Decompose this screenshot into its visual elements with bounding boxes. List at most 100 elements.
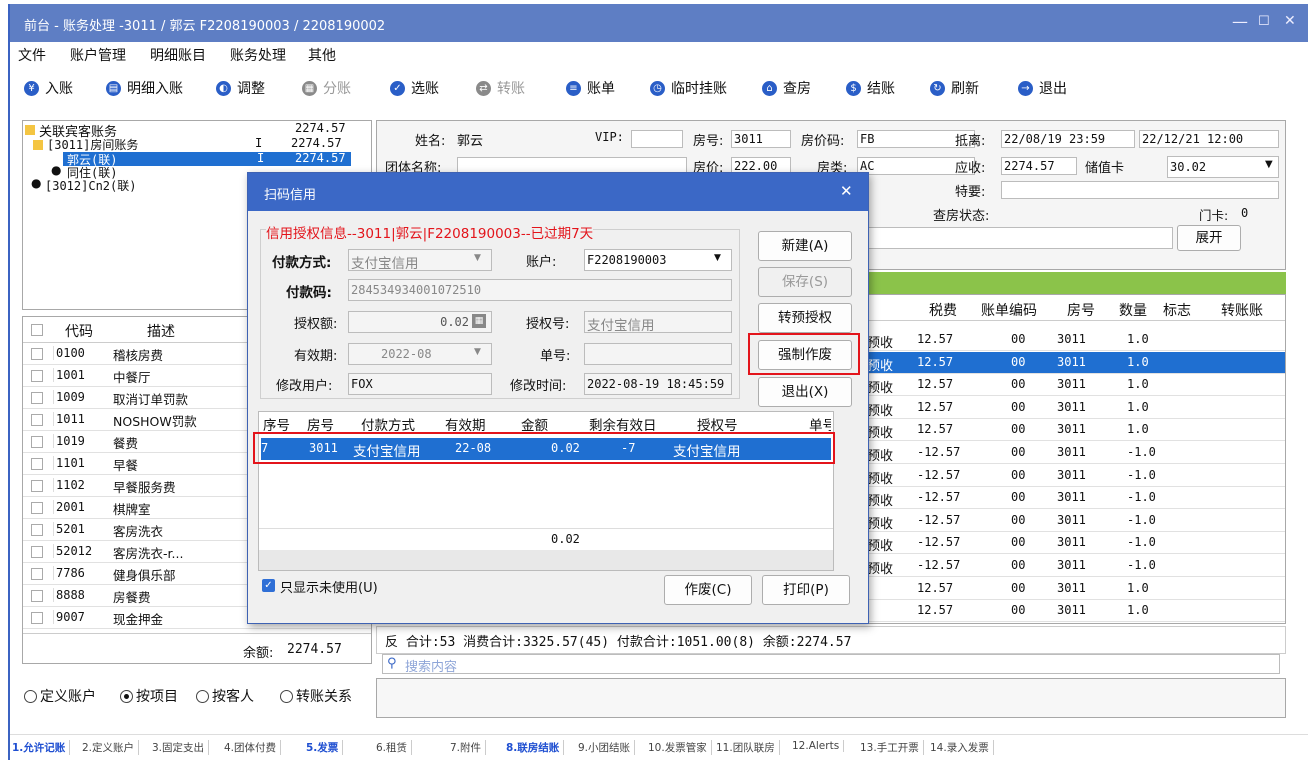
status-tab[interactable]: 3.固定支出 <box>152 740 210 755</box>
bill-row[interactable]: 预收 -12.57 00 3011 -1.0 <box>867 442 1285 464</box>
row-checkbox[interactable] <box>31 370 43 382</box>
toolbar-exit-button[interactable]: → 退出 <box>1018 78 1067 98</box>
radio-circle[interactable] <box>120 689 133 703</box>
toolbar-split-button[interactable]: ▦ 分账 <box>302 78 351 98</box>
radio-circle[interactable] <box>24 689 37 703</box>
status-tab[interactable]: 1.允许记账 <box>12 740 71 755</box>
only-unused-checkbox[interactable]: ✓ <box>262 579 275 592</box>
desc-cell: 早餐服务费 <box>113 480 176 495</box>
toolbar-refresh-button[interactable]: ↻ 刷新 <box>930 78 979 98</box>
status-tab[interactable]: 14.录入发票 <box>930 740 994 755</box>
void-button[interactable]: 作废(C) <box>664 575 752 605</box>
bill-row[interactable]: 预收 12.57 00 3011 1.0 <box>867 329 1285 351</box>
status-tab[interactable]: 2.定义账户 <box>82 740 140 755</box>
status-tab[interactable]: 11.团队联房 <box>716 740 780 755</box>
exit-button[interactable]: 退出(X) <box>758 377 852 407</box>
radio-option[interactable]: 按客人 <box>196 686 254 706</box>
select-all-checkbox[interactable] <box>31 324 43 336</box>
status-tab[interactable]: 7.附件 <box>450 740 487 755</box>
expiry-select[interactable]: 2022-08 <box>348 343 492 365</box>
status-tab[interactable]: 12.Alerts <box>792 740 845 752</box>
radio-option[interactable]: 按项目 <box>120 686 178 706</box>
bill-cell: 12.57 <box>917 399 954 414</box>
maximize-button[interactable]: ☐ <box>1258 14 1270 29</box>
toolbar: ¥ 入账 ▤ 明细入账 ◐ 调整 ▦ 分账 ✓ 选账 ⇄ 转账 ≡ 账单 ◷ 临时挂账 ⌂ 查房 $ 结账 ↻ 刷新 → 退出 <box>10 68 1308 106</box>
status-tab[interactable]: 8.联房结账 <box>506 740 565 755</box>
row-checkbox[interactable] <box>31 568 43 580</box>
toolbar-select-check-button[interactable]: ✓ 选账 <box>390 78 439 98</box>
row-checkbox[interactable] <box>31 612 43 624</box>
row-checkbox[interactable] <box>31 392 43 404</box>
menu-accounting[interactable]: 账务处理 <box>230 45 286 65</box>
new-button[interactable]: 新建(A) <box>758 231 852 261</box>
bill-row[interactable]: 预收 12.57 00 3011 1.0 <box>867 419 1285 442</box>
stored-card-select[interactable]: 30.02 <box>1167 156 1279 178</box>
calculator-icon[interactable]: ▦ <box>472 314 486 328</box>
print-button[interactable]: 打印(P) <box>762 575 850 605</box>
horizontal-scrollbar[interactable] <box>259 550 833 570</box>
menu-account-mgmt[interactable]: 账户管理 <box>70 45 126 65</box>
toolbar-yen-circle-button[interactable]: ¥ 入账 <box>24 78 73 98</box>
to-preauth-button[interactable]: 转预授权 <box>758 303 852 333</box>
toolbar-adjust-button[interactable]: ◐ 调整 <box>216 78 265 98</box>
remark-field[interactable] <box>857 227 1173 249</box>
col-slip-no: 单号 <box>809 418 831 434</box>
bill-row[interactable]: 预收 12.57 00 3011 1.0 <box>867 397 1285 419</box>
toolbar-bill-button[interactable]: ≡ 账单 <box>566 78 615 98</box>
pay-method-label: 付款方式: <box>272 255 332 271</box>
radio-option[interactable]: 定义账户 <box>24 686 96 706</box>
bill-row[interactable]: 12.57 00 3011 1.0 <box>867 578 1285 600</box>
row-checkbox[interactable] <box>31 524 43 536</box>
tree-other-label[interactable]: [3012]Cn2(联) <box>45 177 136 194</box>
status-tab[interactable]: 6.租赁 <box>376 740 413 755</box>
row-checkbox[interactable] <box>31 502 43 514</box>
row-checkbox[interactable] <box>31 458 43 470</box>
bill-row[interactable]: 预收 -12.57 00 3011 -1.0 <box>867 487 1285 510</box>
account-select[interactable]: F2208190003 <box>584 249 732 271</box>
row-checkbox[interactable] <box>31 480 43 492</box>
status-tab[interactable]: 13.手工开票 <box>860 740 924 755</box>
pay-method-select[interactable]: 支付宝信用 <box>348 249 492 272</box>
row-checkbox[interactable] <box>31 436 43 448</box>
row-checkbox[interactable] <box>31 348 43 360</box>
row-checkbox[interactable] <box>31 590 43 602</box>
save-button[interactable]: 保存(S) <box>758 267 852 297</box>
dialog-titlebar: 扫码信用 ✕ <box>248 173 868 211</box>
expand-button[interactable]: 展开 <box>1177 225 1241 251</box>
row-checkbox[interactable] <box>31 546 43 558</box>
radio-circle[interactable] <box>280 689 293 703</box>
bill-row[interactable]: 12.57 00 3011 1.0 <box>867 600 1285 623</box>
bill-cell: 00 <box>1011 558 1026 572</box>
bill-row[interactable]: 预收 12.57 00 3011 1.0 <box>867 351 1285 374</box>
row-checkbox[interactable] <box>31 414 43 426</box>
pay-code-field[interactable]: 284534934001072510 <box>348 279 732 301</box>
menu-file[interactable]: 文件 <box>18 45 46 65</box>
status-tab[interactable]: 10.发票管家 <box>648 740 712 755</box>
radio-option[interactable]: 转账关系 <box>280 686 352 706</box>
toolbar-house-button[interactable]: ⌂ 查房 <box>762 78 811 98</box>
bill-row[interactable]: 预收 -12.57 00 3011 -1.0 <box>867 510 1285 532</box>
menu-detail-ledger[interactable]: 明细账目 <box>150 45 206 65</box>
toolbar-coins-button[interactable]: $ 结账 <box>846 78 895 98</box>
status-tab[interactable]: 4.团体付费 <box>224 740 282 755</box>
toolbar-transfer-button[interactable]: ⇄ 转账 <box>476 78 525 98</box>
auth-number-field[interactable]: 支付宝信用 <box>584 311 732 334</box>
bill-row[interactable]: 预收 -12.57 00 3011 -1.0 <box>867 555 1285 577</box>
bill-row[interactable]: 预收 -12.57 00 3011 -1.0 <box>867 465 1285 487</box>
bill-cell: 3011 <box>1057 535 1086 550</box>
bill-row[interactable]: 预收 -12.57 00 3011 -1.0 <box>867 532 1285 555</box>
status-tab[interactable]: 5.发票 <box>306 740 344 755</box>
dialog-close-icon[interactable]: ✕ <box>840 182 853 200</box>
toolbar-clock-button[interactable]: ◷ 临时挂账 <box>650 78 727 98</box>
auth-amount-field[interactable]: 0.02 <box>348 311 492 333</box>
toolbar-ledger-button[interactable]: ▤ 明细入账 <box>106 78 183 98</box>
code-cell: 0100 <box>53 346 85 360</box>
minimize-button[interactable]: — <box>1232 12 1248 31</box>
radio-circle[interactable] <box>196 689 209 703</box>
slip-number-field[interactable] <box>584 343 732 365</box>
close-window-button[interactable]: ✕ <box>1284 13 1296 29</box>
menu-other[interactable]: 其他 <box>308 45 336 65</box>
status-tab[interactable]: 9.小团结账 <box>578 740 636 755</box>
bill-row[interactable]: 预收 12.57 00 3011 1.0 <box>867 374 1285 397</box>
search-input[interactable]: ⚲ 搜索内容 <box>382 654 1280 675</box>
